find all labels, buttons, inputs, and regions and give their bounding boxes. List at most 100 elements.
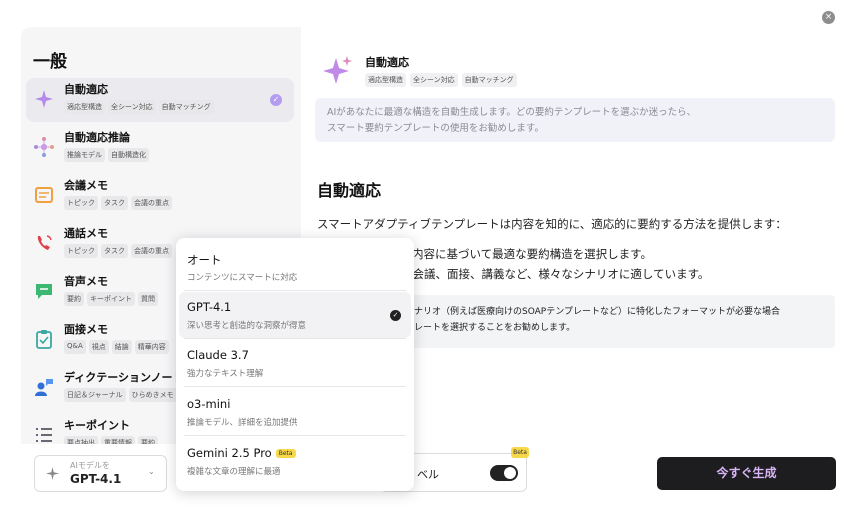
sparkle-icon — [323, 56, 352, 84]
tag: 全シーン対応 — [108, 100, 156, 114]
tag: 会議の重点 — [131, 244, 172, 258]
tag: ひらめきメモ — [128, 388, 177, 402]
template-tags: 要点抽出 重要情報 要約 — [64, 436, 158, 444]
option-name: o3-mini — [187, 397, 231, 411]
tag: 適応型構造 — [365, 73, 406, 87]
tag: 要点抽出 — [64, 436, 98, 444]
tag: 自動構造化 — [108, 148, 149, 162]
tag: トピック — [64, 196, 98, 210]
description-line: AIがあなたに最適な構造を自動生成します。どの要約テンプレートを選ぶか迷ったら、 — [327, 107, 697, 118]
section-title: 自動適応 — [317, 181, 382, 200]
list-icon — [36, 428, 52, 442]
option-name: GPT-4.1 — [187, 300, 232, 314]
tag: Q&A — [64, 340, 86, 354]
section-body: スマートアダプティブテンプレートは内容を知的に、適応的に要約する方法を提供します… — [317, 217, 787, 231]
template-name: 自動適応 — [64, 83, 108, 96]
divider — [184, 338, 406, 339]
tag: トピック — [64, 244, 98, 258]
beta-badge: Beta — [511, 447, 529, 458]
tag: 質問 — [138, 292, 158, 306]
template-tags: トピック タスク 会議の重点 — [64, 196, 172, 210]
tag: 適応型構造 — [64, 100, 105, 114]
option-desc: 推論モデル、詳細を追加提供 — [187, 418, 298, 428]
template-item-auto-reasoning[interactable]: 自動適応推論 推論モデル 自動構造化 — [26, 126, 294, 170]
tag: 推論モデル — [64, 148, 105, 162]
model-option-o3-mini[interactable]: o3-mini 推論モデル、詳細を追加提供 — [179, 389, 411, 435]
model-option-gemini-2-5-pro[interactable]: Gemini 2.5 Pro Beta 複雑な文章の理解に最適 — [179, 438, 411, 484]
template-name: ディクテーションノート — [64, 371, 184, 384]
option-name: オート — [187, 253, 222, 267]
divider — [184, 386, 406, 387]
sparkle-icon — [35, 90, 53, 108]
voice-memo-icon — [36, 284, 52, 299]
bullet-text: 内容に基づいて最適な要約構造を選択します。 — [412, 247, 653, 261]
tag: 会議の重点 — [131, 196, 172, 210]
template-item-auto-adapt[interactable]: 自動適応 適応型構造 全シーン対応 自動マッチング ✓ — [26, 78, 294, 122]
option-name: Gemini 2.5 Pro Beta — [187, 446, 296, 460]
detail-tags: 適応型構造 全シーン対応 自動マッチング — [365, 73, 517, 87]
model-option-gpt-4-1[interactable]: GPT-4.1 深い思考と創造的な洞察が得意 ✓ — [179, 292, 411, 338]
note-line: ナリオ（例えば医療向けのSOAPテンプレートなど）に特化したフォーマットが必要な… — [414, 307, 780, 317]
tag: 視点 — [88, 340, 109, 354]
tag: タスク — [101, 244, 128, 258]
tag: キーポイント — [87, 292, 135, 306]
template-tags: トピック タスク 会議の重点 — [64, 244, 172, 258]
ai-model-select[interactable]: AIモデルを GPT-4.1 ⌄ — [34, 455, 167, 492]
tag: 自動マッチング — [461, 73, 517, 87]
divider — [184, 435, 406, 436]
tag: タスク — [101, 196, 128, 210]
option-desc: 強力なテキスト理解 — [187, 369, 264, 379]
reasoning-icon — [34, 137, 54, 157]
option-name: Claude 3.7 — [187, 348, 249, 362]
option-desc: 深い思考と創造的な洞察が得意 — [187, 321, 307, 331]
template-tags: 日記＆ジャーナル ひらめきメモ — [64, 388, 177, 402]
tag: 全シーン対応 — [410, 73, 458, 87]
detail-description: AIがあなたに最適な構造を自動生成します。どの要約テンプレートを選ぶか迷ったら、… — [315, 98, 835, 142]
model-option-auto[interactable]: オート コンテンツにスマートに対応 — [179, 244, 411, 290]
template-name: 会議メモ — [64, 179, 108, 192]
option-desc: 複雑な文章の理解に最適 — [187, 467, 281, 477]
template-name: 音声メモ — [64, 275, 108, 288]
beta-badge: Beta — [275, 449, 296, 458]
generate-now-button[interactable]: 今すぐ生成 — [657, 457, 836, 490]
chevron-down-icon: ⌄ — [148, 467, 155, 476]
divider — [184, 290, 406, 291]
template-tags: 適応型構造 全シーン対応 自動マッチング — [64, 100, 214, 114]
template-name: 面接メモ — [64, 323, 108, 336]
level-label: ベル — [417, 468, 439, 481]
clipboard-icon — [36, 330, 52, 349]
bullet-text: ：会議、面接、講義など、様々なシナリオに適しています。 — [401, 267, 710, 281]
template-name: 自動適応推論 — [64, 131, 130, 144]
template-tags: Q&A 視点 結論 精華内容 — [64, 340, 169, 354]
template-tags: 推論モデル 自動構造化 — [64, 148, 149, 162]
phone-icon — [37, 235, 52, 250]
close-icon[interactable]: × — [822, 11, 835, 24]
sidebar-title: 一般 — [33, 52, 67, 72]
model-dropdown: オート コンテンツにスマートに対応 GPT-4.1 深い思考と創造的な洞察が得意… — [176, 238, 414, 491]
tag: 自動マッチング — [158, 100, 214, 114]
option-name-text: Gemini 2.5 Pro — [187, 446, 272, 460]
template-item-meeting[interactable]: 会議メモ トピック タスク 会議の重点 — [26, 174, 294, 218]
tag: 要約 — [64, 292, 84, 306]
tag: 日記＆ジャーナル — [64, 388, 126, 402]
model-select-label: AIモデルを — [70, 461, 110, 470]
tag: 重要情報 — [101, 436, 135, 444]
detail-template-name: 自動適応 — [365, 56, 409, 69]
option-desc: コンテンツにスマートに対応 — [187, 273, 298, 283]
note-line: レートを選択することをお勧めします。 — [414, 323, 576, 333]
description-line: スマート要約テンプレートの使用をお勧めします。 — [327, 123, 544, 134]
dictation-icon — [35, 379, 53, 396]
template-name: キーポイント — [64, 419, 130, 432]
tag: 要約 — [138, 436, 158, 444]
model-select-value: GPT-4.1 — [70, 472, 122, 486]
selected-check-icon: ✓ — [270, 94, 282, 106]
template-tags: 要約 キーポイント 質問 — [64, 292, 158, 306]
tag: 結論 — [111, 340, 132, 354]
level-toggle[interactable] — [490, 465, 518, 481]
model-option-claude-3-7[interactable]: Claude 3.7 強力なテキスト理解 — [179, 340, 411, 386]
template-name: 通話メモ — [64, 227, 108, 240]
sparkle-icon — [46, 467, 59, 480]
check-icon: ✓ — [390, 310, 401, 321]
meeting-icon — [35, 187, 53, 203]
tag: 精華内容 — [134, 340, 169, 354]
